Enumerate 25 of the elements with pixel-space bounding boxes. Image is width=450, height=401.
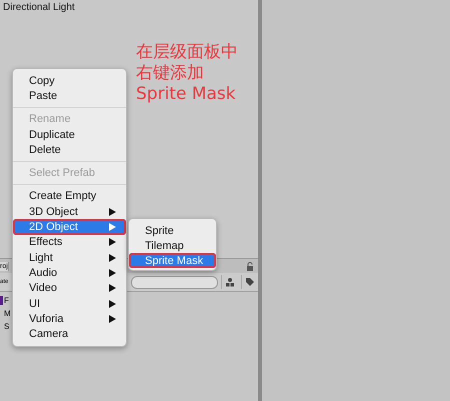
menu-item[interactable]: Light [13,250,126,266]
menu-item[interactable]: Sprite Mask [129,253,216,268]
menu-item[interactable]: Video [13,280,126,296]
menu-item[interactable]: Sprite [129,223,216,238]
menu-item[interactable]: Tilemap [129,238,216,253]
asset-label[interactable]: F [4,296,9,305]
hierarchy-item[interactable]: Directional Light [0,0,258,15]
asset-label[interactable]: S [4,322,10,331]
menu-item[interactable]: Create Empty [13,188,126,204]
menu-item[interactable]: UI [13,296,126,312]
menu-item[interactable]: 2D Object [13,219,126,235]
lock-icon[interactable] [246,262,254,270]
asset-icon [0,296,3,305]
menu-item[interactable]: Delete [13,142,126,158]
menu-item[interactable]: Paste [13,88,126,104]
menu-item[interactable]: Audio [13,265,126,281]
menu-item[interactable]: Effects [13,234,126,250]
menu-item[interactable]: Duplicate [13,126,126,142]
search-field[interactable] [131,276,218,288]
menu-item[interactable]: 3D Object [13,204,126,220]
menu-item[interactable]: Camera [13,326,126,342]
asset-label[interactable]: M [4,309,11,318]
annotation-text: 在层级面板中 右键添加 Sprite Mask [136,42,238,105]
menu-item[interactable]: Copy [13,73,126,88]
menu-item[interactable]: Vuforia [13,311,126,326]
